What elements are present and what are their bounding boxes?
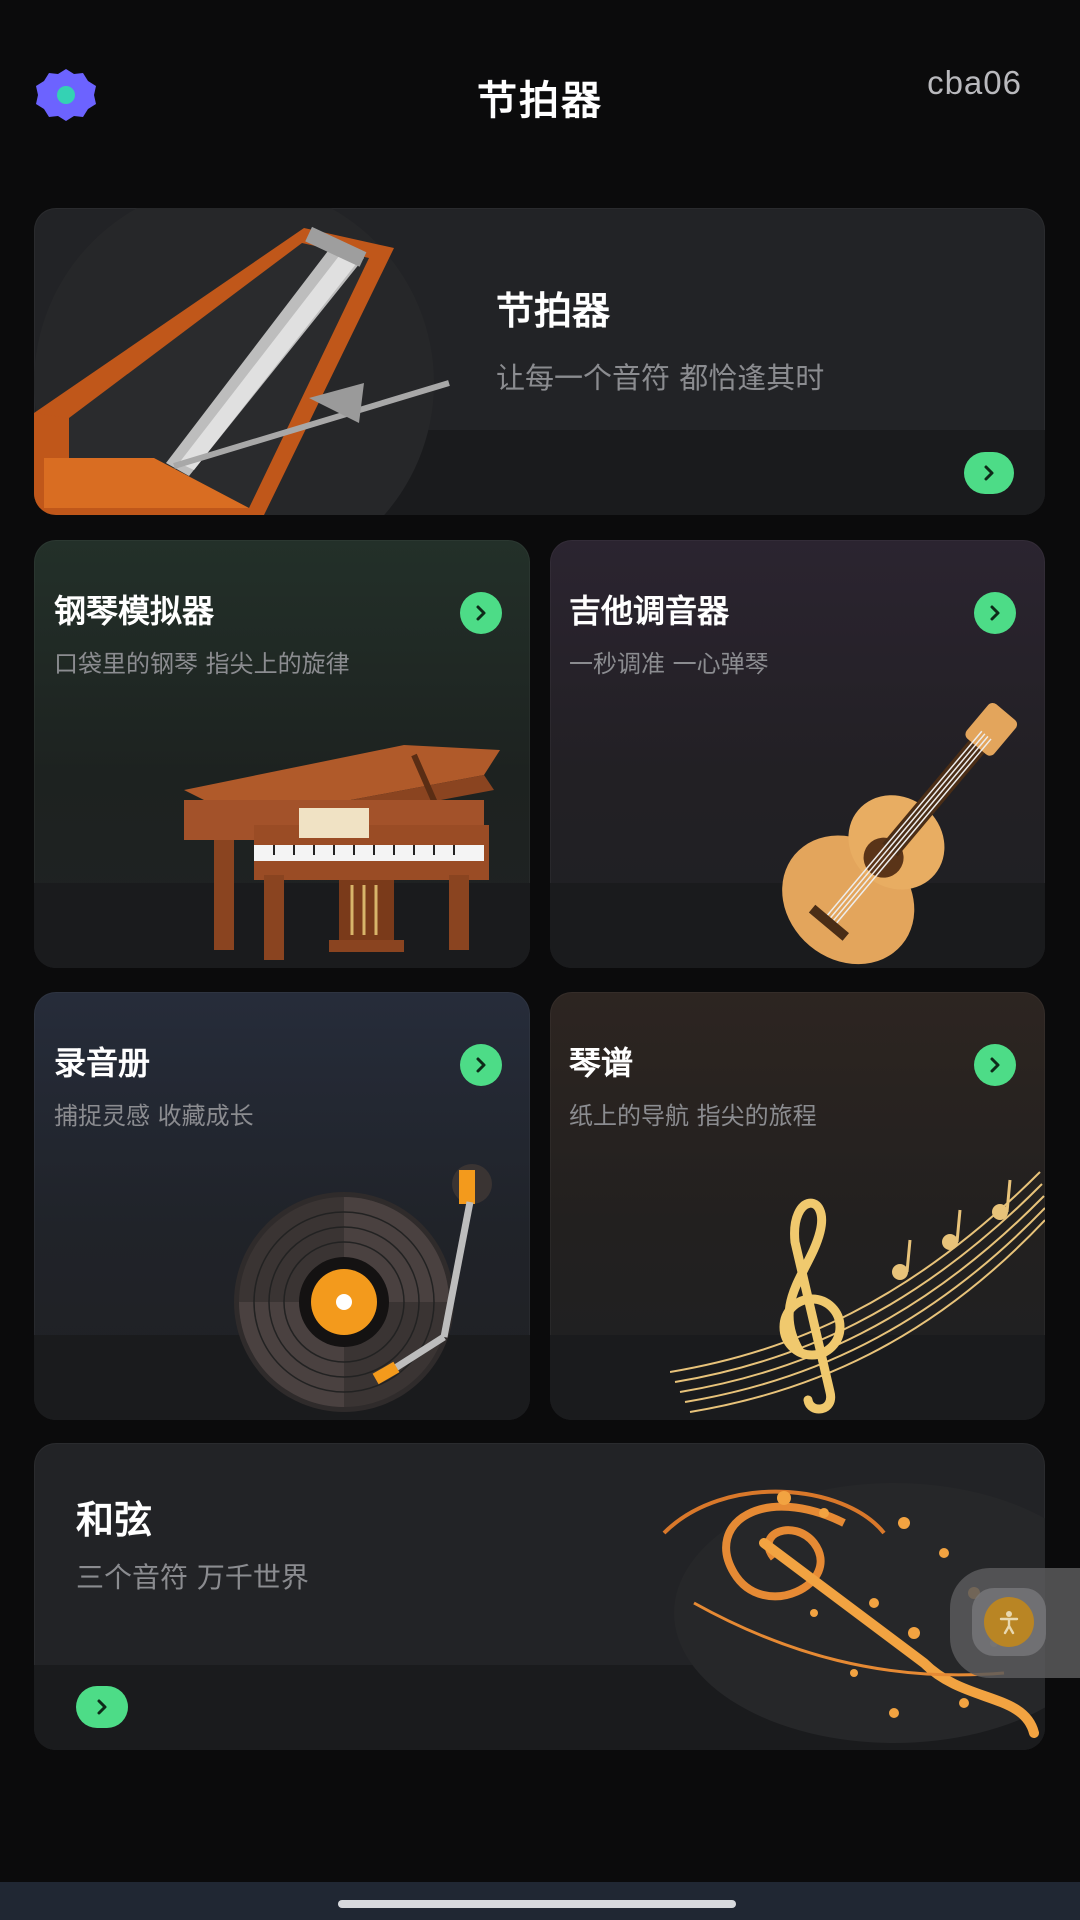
metronome-illustration	[34, 208, 450, 515]
chevron-right-icon	[476, 1057, 486, 1073]
chevron-right-icon	[476, 605, 486, 621]
guitar-tuner-card[interactable]: 吉他调音器 一秒调准 一心弹琴	[550, 540, 1045, 968]
open-piano-button[interactable]	[460, 592, 502, 634]
card-title: 录音册	[54, 1044, 151, 1082]
card-subtitle: 纸上的导航 指尖的旅程	[569, 1102, 817, 1130]
home-indicator[interactable]	[338, 1900, 736, 1908]
app-header: 节拍器 cba06	[0, 0, 1080, 190]
card-title: 吉他调音器	[569, 592, 730, 630]
card-subtitle: 口袋里的钢琴 指尖上的旋律	[54, 650, 350, 678]
grand-piano-illustration	[184, 745, 500, 960]
chevron-right-icon	[990, 1057, 1000, 1073]
chord-card[interactable]: 和弦 三个音符 万千世界	[34, 1443, 1045, 1750]
chevron-right-icon	[97, 1699, 107, 1715]
metronome-card[interactable]: 节拍器 让每一个音符 都恰逢其时	[34, 208, 1045, 515]
turntable-illustration	[234, 1164, 492, 1412]
accessibility-icon	[984, 1597, 1034, 1647]
user-id: cba06	[927, 64, 1022, 101]
piano-simulator-card[interactable]: 钢琴模拟器 口袋里的钢琴 指尖上的旋律	[34, 540, 530, 968]
card-title: 钢琴模拟器	[54, 592, 215, 630]
open-recording-book-button[interactable]	[460, 1044, 502, 1086]
open-metronome-button[interactable]	[964, 452, 1014, 494]
recording-book-card[interactable]: 录音册 捕捉灵感 收藏成长	[34, 992, 530, 1420]
card-title: 琴谱	[569, 1044, 634, 1082]
floating-assistant-button[interactable]	[950, 1568, 1080, 1678]
card-title: 和弦	[76, 1498, 153, 1542]
chevron-right-icon	[984, 465, 994, 481]
page-title: 节拍器	[477, 78, 603, 124]
open-guitar-tuner-button[interactable]	[974, 592, 1016, 634]
open-sheet-music-button[interactable]	[974, 1044, 1016, 1086]
card-subtitle: 捕捉灵感 收藏成长	[54, 1102, 254, 1130]
card-subtitle: 让每一个音符 都恰逢其时	[496, 361, 825, 395]
card-title: 节拍器	[496, 289, 611, 333]
card-subtitle: 三个音符 万千世界	[76, 1561, 309, 1594]
sheet-music-card[interactable]: 琴谱 纸上的导航 指尖的旅程	[550, 992, 1045, 1420]
open-chord-button[interactable]	[76, 1686, 128, 1728]
chevron-right-icon	[990, 605, 1000, 621]
floating-button-inner	[972, 1588, 1046, 1656]
guitar-illustration	[782, 702, 1018, 965]
treble-clef-illustration	[670, 1171, 1045, 1414]
card-subtitle: 一秒调准 一心弹琴	[569, 650, 769, 678]
